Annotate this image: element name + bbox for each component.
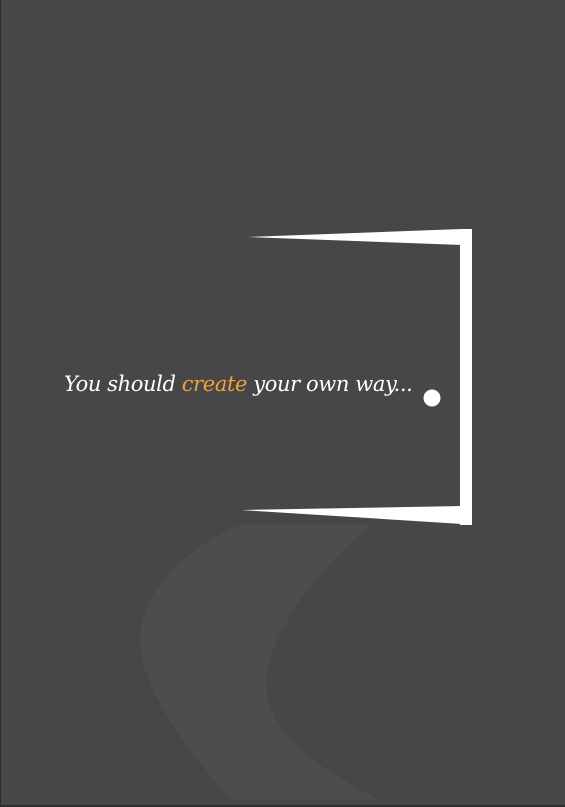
tagline-after: your own way...: [247, 372, 413, 396]
door-knob: [423, 389, 441, 407]
tagline-highlight: create: [181, 372, 248, 396]
tagline: You should create your own way...: [64, 372, 413, 396]
door-bottom-edge: [241, 506, 462, 524]
open-door-icon: [241, 229, 472, 525]
tagline-before: You should: [64, 372, 182, 396]
door-frame-side: [460, 229, 472, 525]
poster: You should create your own way...: [0, 0, 565, 807]
door-top-edge: [247, 229, 462, 245]
